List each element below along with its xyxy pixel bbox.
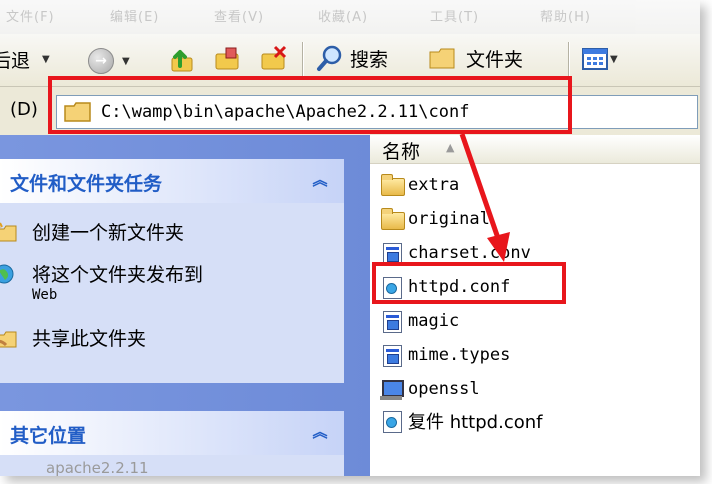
explorer-window: 文件(F) 编辑(E) 查看(V) 收藏(A) 工具(T) 帮助(H) 后退 ▼… <box>0 0 700 476</box>
annotation-arrow <box>459 133 510 262</box>
